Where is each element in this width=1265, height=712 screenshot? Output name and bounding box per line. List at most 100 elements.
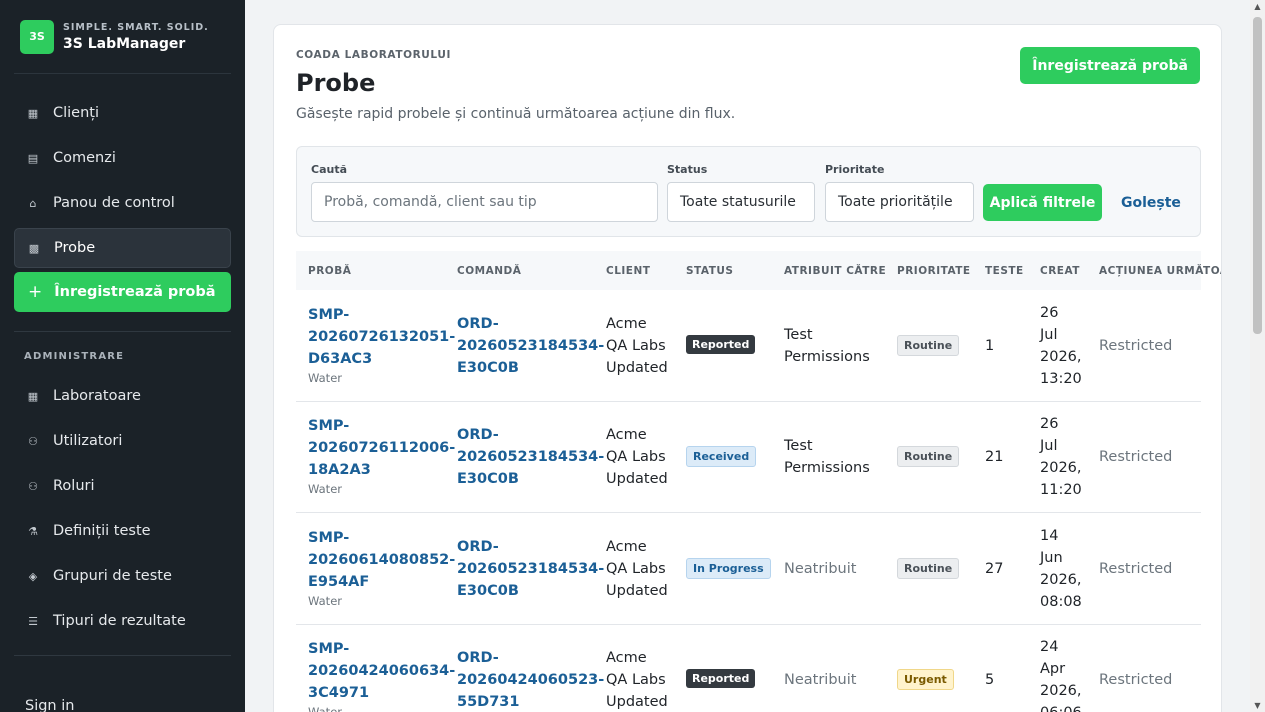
samples-card: COADA LABORATORULUI Probe Găsește rapid … [273,24,1222,712]
sidebar-item-label: Grupuri de teste [53,568,172,584]
col-created-header[interactable]: CREAT [1040,265,1080,277]
next-action: Restricted [1099,449,1173,466]
order-link-line: E30C0B [457,359,519,376]
client-name-line: QA Labs [606,672,666,689]
created-date: 24 Apr 2026, 06:06 [1040,636,1082,712]
sidebar-item-roluri[interactable]: ⚇ Roluri [14,466,231,506]
table-row[interactable]: SMP- 20260424060634- 3C4971 Water ORD- 202604… [296,625,1201,712]
col-client-header[interactable]: CLIENT [606,265,650,277]
client-name-line: Acme [606,427,647,444]
main-nav: ▦ Clienți ▤ Comenzi ⌂ Panou de control ▩ Probe [0,93,245,268]
sidebar-item-definitii-teste[interactable]: ⚗ Definiții teste [14,511,231,551]
created-date-line: Jun [1040,549,1063,566]
sample-link[interactable]: SMP- 20260726132051- D63AC3 [308,304,455,370]
sidebar-item-utilizatori[interactable]: ⚇ Utilizatori [14,421,231,461]
created-date-line: 13:20 [1040,370,1082,387]
sample-link[interactable]: SMP- 20260614080852- E954AF [308,527,455,593]
order-link[interactable]: ORD- 20260523184534- E30C0B [457,424,604,490]
search-label: Caută [311,163,348,176]
scrollbar-thumb[interactable] [1253,17,1262,334]
col-tests-header[interactable]: TESTE [985,265,1024,277]
sidebar-item-panou-de-control[interactable]: ⌂ Panou de control [14,183,231,223]
main-content: COADA LABORATORULUI Probe Găsește rapid … [245,0,1250,712]
order-link[interactable]: ORD- 20260424060523- 55D731 [457,647,604,712]
col-status-header[interactable]: STATUS [686,265,733,277]
flask-icon: ⚗ [28,524,38,538]
priority-select[interactable]: Toate prioritățile [825,182,974,222]
created-date-line: 08:08 [1040,593,1082,610]
col-assigned-header[interactable]: ATRIBUIT CĂTRE [784,265,886,277]
assigned-to-line: Test [784,438,813,455]
table-row[interactable]: SMP- 20260614080852- E954AF Water ORD- 202605… [296,513,1201,625]
sign-in-link[interactable]: Sign in [25,698,74,712]
assigned-to: Test Permissions [784,324,870,368]
col-next-action-header: ACȚIUNEA URMĂTOARE [1099,265,1221,277]
col-priority-header[interactable]: PRIORITATE [897,265,971,277]
created-date-line: 2026, [1040,460,1082,477]
table-body: SMP- 20260726132051- D63AC3 Water ORD- 202605… [296,290,1201,712]
sample-link[interactable]: SMP- 20260726112006- 18A2A3 [308,415,455,481]
sample-link[interactable]: SMP- 20260424060634- 3C4971 [308,638,455,704]
page-eyebrow: COADA LABORATORULUI [296,49,451,61]
sidebar-item-grupuri-de-teste[interactable]: ◈ Grupuri de teste [14,556,231,596]
sidebar-item-label: Definiții teste [53,523,151,539]
filters-panel: Caută Probă, comandă, client sau tip Sta… [296,146,1201,237]
order-link-line: 20260424060523- [457,672,605,689]
apply-filters-button[interactable]: Aplică filtrele [983,184,1102,221]
admin-section-label: ADMINISTRARE [24,351,125,362]
sample-id-line: SMP- [308,418,350,435]
sample-id-line: 20260726132051- [308,328,456,345]
order-link-line: 20260523184534- [457,449,605,466]
sidebar-item-label: Clienți [53,105,100,121]
layers-icon: ◈ [28,569,38,583]
sample-type: Water [308,593,342,608]
sidebar-divider [14,655,231,656]
status-select[interactable]: Toate statusurile [667,182,815,222]
next-action: Restricted [1099,672,1173,689]
search-input[interactable]: Probă, comandă, client sau tip [311,182,658,222]
home-icon: ⌂ [29,196,37,210]
order-link-line: E30C0B [457,471,519,488]
col-sample-header[interactable]: PROBĂ [308,265,351,277]
sample-id-line: 18A2A3 [308,462,371,479]
sidebar-item-label: Probe [54,240,96,256]
assigned-to-line: Neatribuit [784,560,857,577]
col-order-header[interactable]: COMANDĂ [457,265,521,277]
sidebar-item-label: Tipuri de rezultate [53,613,186,629]
order-link-line: 20260523184534- [457,560,605,577]
sidebar-item-clienti[interactable]: ▦ Clienți [14,93,231,133]
created-date-line: Apr [1040,661,1066,678]
sample-id-line: E954AF [308,573,370,590]
sidebar-item-label: Comenzi [53,150,116,166]
sample-id-line: SMP- [308,306,350,323]
assigned-to-line: Permissions [784,460,870,477]
created-date-line: 11:20 [1040,482,1082,499]
order-link[interactable]: ORD- 20260523184534- E30C0B [457,536,604,602]
scroll-up-icon[interactable]: ▲ [1253,2,1262,11]
table-row[interactable]: SMP- 20260726112006- 18A2A3 Water ORD- 202605… [296,402,1201,513]
sidebar-item-laboratoare[interactable]: ▦ Laboratoare [14,376,231,416]
clear-filters-button[interactable]: Golește [1121,195,1181,211]
created-date-line: 26 [1040,416,1059,433]
order-link-line: 55D731 [457,694,520,711]
tests-count: 21 [985,449,1004,466]
page-scrollbar[interactable]: ▲ ▼ [1250,0,1265,712]
sample-id-line: D63AC3 [308,350,373,367]
sample-type: Water [308,482,342,497]
brand[interactable]: 3S SIMPLE. SMART. SOLID. 3S LabManager [14,0,231,74]
assigned-to: Neatribuit [784,669,856,691]
order-link-line: ORD- [457,538,499,555]
register-sample-button[interactable]: Înregistrează probă [1020,47,1200,84]
table-row[interactable]: SMP- 20260726132051- D63AC3 Water ORD- 202605… [296,290,1201,402]
next-action: Restricted [1099,337,1173,354]
status-badge: Reported [686,669,756,689]
sidebar-item-tipuri-de-rezultate[interactable]: ☰ Tipuri de rezultate [14,601,231,641]
created-date: 26 Jul 2026, 13:20 [1040,302,1082,390]
order-link[interactable]: ORD- 20260523184534- E30C0B [457,313,604,379]
scroll-down-icon[interactable]: ▼ [1253,701,1262,710]
sidebar-register-sample-button[interactable]: + Înregistrează probă [14,272,231,312]
order-link-line: ORD- [457,650,499,667]
sidebar-item-probe[interactable]: ▩ Probe [14,228,231,268]
building-icon: ▦ [27,106,39,120]
sidebar-item-comenzi[interactable]: ▤ Comenzi [14,138,231,178]
